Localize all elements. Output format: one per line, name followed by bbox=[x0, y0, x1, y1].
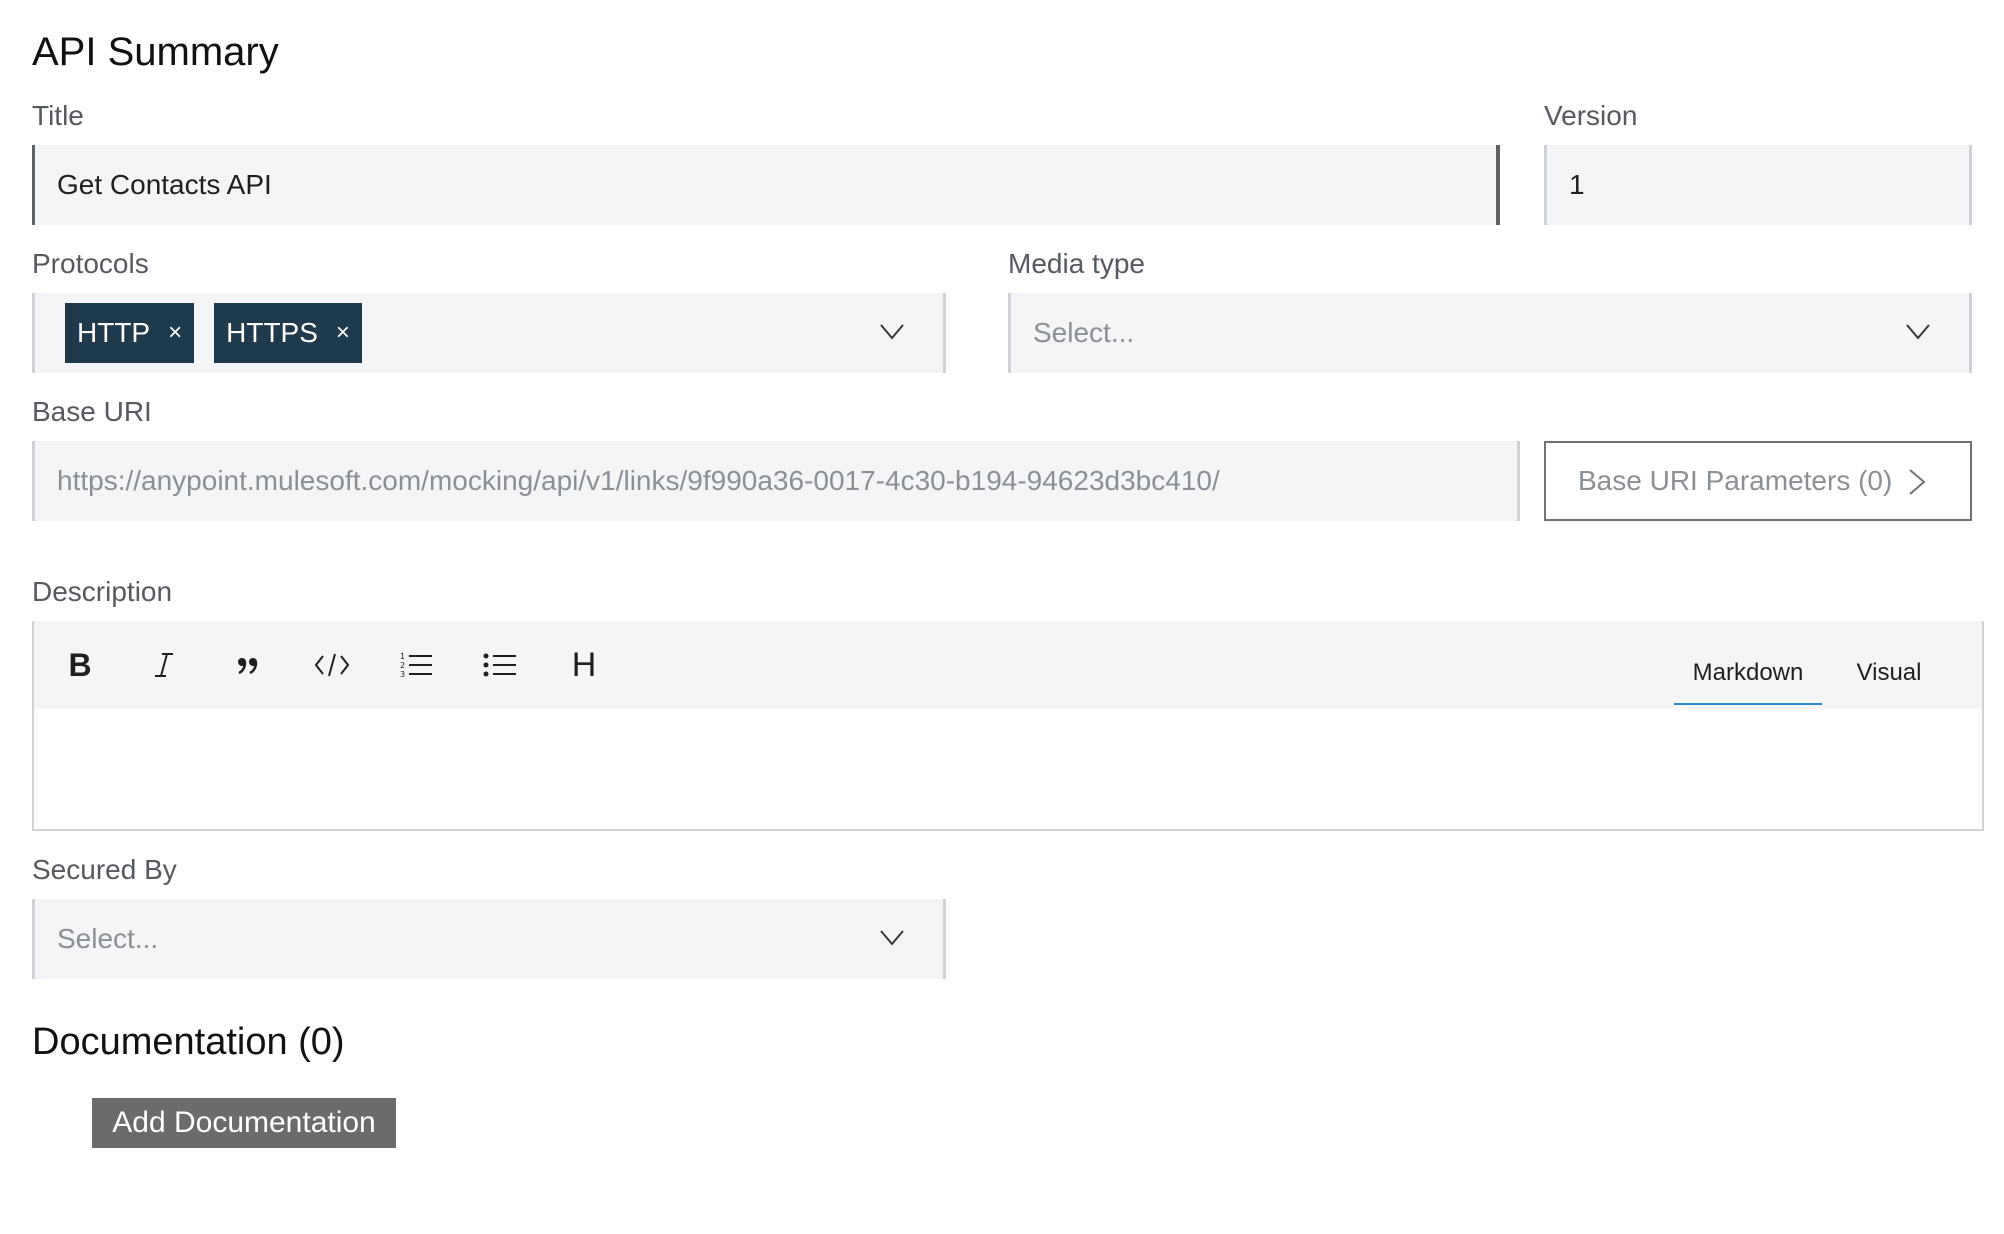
svg-text:1: 1 bbox=[400, 652, 405, 661]
documentation-heading: Documentation (0) bbox=[32, 1021, 345, 1063]
heading-icon[interactable]: H bbox=[562, 643, 606, 687]
protocol-chip-label: HTTP bbox=[77, 317, 151, 348]
title-input-value: Get Contacts API bbox=[57, 169, 272, 200]
description-textarea[interactable] bbox=[34, 709, 1982, 829]
protocol-chip-https: HTTPS × bbox=[214, 303, 362, 363]
bold-icon[interactable]: B bbox=[58, 643, 102, 687]
media-type-select[interactable]: Select... bbox=[1008, 293, 1972, 373]
italic-icon[interactable] bbox=[142, 643, 186, 687]
chevron-down-icon[interactable] bbox=[879, 924, 905, 950]
media-type-placeholder: Select... bbox=[1033, 317, 1135, 348]
tab-visual[interactable]: Visual bbox=[1834, 643, 1944, 703]
protocol-chip-label: HTTPS bbox=[226, 317, 318, 348]
version-label: Version bbox=[1544, 100, 1638, 131]
svg-text:2: 2 bbox=[400, 661, 405, 670]
secured-by-placeholder: Select... bbox=[57, 923, 159, 954]
title-label: Title bbox=[32, 100, 84, 131]
api-summary-heading: API Summary bbox=[32, 30, 279, 74]
quote-icon[interactable] bbox=[226, 643, 270, 687]
secured-by-select[interactable]: Select... bbox=[32, 899, 946, 979]
chevron-down-icon[interactable] bbox=[1905, 318, 1931, 344]
code-icon[interactable] bbox=[310, 643, 354, 687]
editor-toolbar: B 1 2 3 H Markdown Visual bbox=[34, 621, 1982, 709]
remove-chip-icon[interactable]: × bbox=[336, 321, 350, 345]
add-documentation-button[interactable]: Add Documentation bbox=[92, 1098, 396, 1148]
base-uri-parameters-button[interactable]: Base URI Parameters (0) bbox=[1544, 441, 1972, 521]
version-input[interactable]: 1 bbox=[1544, 145, 1972, 225]
svg-text:3: 3 bbox=[400, 670, 405, 679]
title-input[interactable]: Get Contacts API bbox=[32, 145, 1500, 225]
base-uri-parameters-label: Base URI Parameters (0) bbox=[1578, 465, 1893, 496]
protocols-label: Protocols bbox=[32, 248, 149, 279]
base-uri-value: https://anypoint.mulesoft.com/mocking/ap… bbox=[57, 465, 1220, 496]
version-input-value: 1 bbox=[1569, 169, 1585, 200]
bullet-list-icon[interactable] bbox=[478, 643, 522, 687]
base-uri-label: Base URI bbox=[32, 396, 152, 427]
description-editor: B 1 2 3 H Markdown Visual bbox=[32, 621, 1984, 831]
tab-markdown[interactable]: Markdown bbox=[1674, 643, 1822, 705]
base-uri-input[interactable]: https://anypoint.mulesoft.com/mocking/ap… bbox=[32, 441, 1520, 521]
secured-by-label: Secured By bbox=[32, 854, 177, 885]
remove-chip-icon[interactable]: × bbox=[168, 321, 182, 345]
protocol-chip-http: HTTP × bbox=[65, 303, 195, 363]
description-label: Description bbox=[32, 576, 173, 607]
media-type-label: Media type bbox=[1008, 248, 1145, 279]
ordered-list-icon[interactable]: 1 2 3 bbox=[394, 643, 438, 687]
protocols-multiselect[interactable]: HTTP × HTTPS × bbox=[32, 293, 946, 373]
chevron-right-icon bbox=[1909, 469, 1926, 495]
chevron-down-icon[interactable] bbox=[879, 318, 905, 344]
